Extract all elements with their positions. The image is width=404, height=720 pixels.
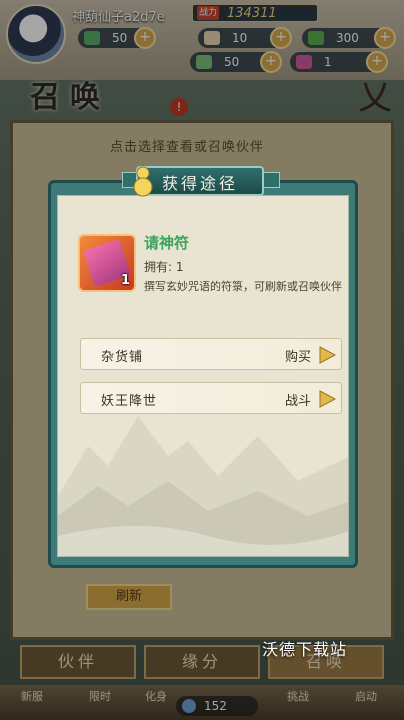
source-action: 战斗 (284, 394, 311, 409)
source-row-shop[interactable]: 杂货铺 购买 (80, 338, 342, 370)
item-count: 1 (120, 273, 130, 288)
source-row-demon-king[interactable]: 妖王降世 战斗 (80, 382, 342, 414)
play-arrow-icon[interactable] (317, 345, 337, 365)
item-description: 撰写玄妙咒语的符箓，可刷新或召唤伙伴 (144, 280, 342, 293)
play-arrow-icon[interactable] (317, 389, 337, 409)
source-action: 购买 (284, 350, 311, 365)
banner-wing-right (262, 172, 280, 188)
source-name: 杂货铺 (101, 350, 144, 365)
modal-title: 获得途径 (162, 174, 239, 193)
talisman-item-icon: 1 (78, 234, 136, 292)
item-owned: 拥有: 1 (144, 260, 184, 274)
gourd-icon (133, 166, 153, 197)
obtain-source-modal: 1 请神符 拥有: 1 撰写玄妙咒语的符箓，可刷新或召唤伙伴 杂货铺 购买 妖王… (48, 180, 358, 568)
source-name: 妖王降世 (101, 394, 158, 409)
item-name: 请神符 (144, 234, 190, 252)
modal-body: 1 请神符 拥有: 1 撰写玄妙咒语的符箓，可刷新或召唤伙伴 杂货铺 购买 妖王… (57, 195, 349, 557)
site-watermark: 沃德下载站 (262, 640, 348, 659)
modal-title-banner: 获得途径 (118, 164, 284, 198)
